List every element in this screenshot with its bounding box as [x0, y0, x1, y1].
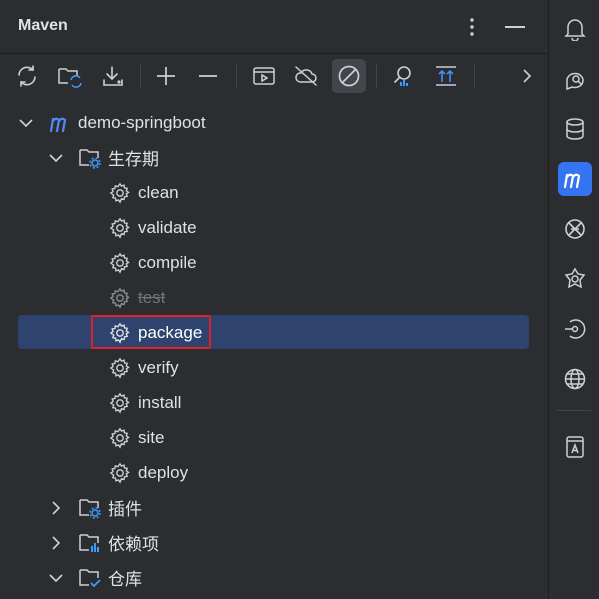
- tree-row-project[interactable]: demo-springboot: [0, 105, 548, 140]
- minimize-icon[interactable]: [502, 14, 528, 40]
- plugins-label: 插件: [108, 500, 142, 519]
- remove-project-icon[interactable]: [191, 59, 225, 93]
- tree-row-goal[interactable]: verify: [0, 350, 548, 385]
- tree-row-dependencies[interactable]: 依赖项: [0, 525, 548, 560]
- maven-icon[interactable]: [558, 162, 592, 196]
- goal-label: package: [138, 322, 203, 342]
- chevron-right-icon[interactable]: [48, 535, 64, 551]
- download-sources-icon[interactable]: [96, 59, 130, 93]
- gear-icon: [108, 391, 132, 415]
- gear-icon: [108, 286, 132, 310]
- ai-assistant-icon[interactable]: [558, 62, 592, 96]
- gear-icon: [108, 426, 132, 450]
- endpoints-icon[interactable]: [558, 312, 592, 346]
- database-icon[interactable]: [558, 112, 592, 146]
- gear-icon: [108, 216, 132, 240]
- tool-window-icon[interactable]: [558, 212, 592, 246]
- tree-row-goal-skipped[interactable]: test: [0, 280, 548, 315]
- repositories-label: 仓库: [108, 570, 142, 589]
- toggle-offline-mode-icon[interactable]: [289, 59, 323, 93]
- goal-label: deploy: [138, 462, 189, 482]
- run-maven-build-icon[interactable]: [247, 59, 281, 93]
- tree-row-lifecycle[interactable]: 生存期: [0, 140, 548, 175]
- chevron-right-icon[interactable]: [48, 500, 64, 516]
- lifecycle-folder-icon: [78, 146, 102, 170]
- analyze-dependencies-icon[interactable]: [386, 59, 420, 93]
- maven-tool-window: Maven demo-springboot 生存期 clean validate…: [0, 0, 548, 599]
- add-project-icon[interactable]: [149, 59, 183, 93]
- tree-row-goal[interactable]: clean: [0, 175, 548, 210]
- reload-all-projects-icon[interactable]: [10, 59, 44, 93]
- web-icon[interactable]: [558, 362, 592, 396]
- generate-sources-icon[interactable]: [53, 59, 87, 93]
- tree-row-goal[interactable]: install: [0, 385, 548, 420]
- dependencies-folder-icon: [78, 531, 102, 555]
- gear-icon: [108, 251, 132, 275]
- project-name: demo-springboot: [78, 112, 206, 132]
- goal-label: install: [138, 392, 182, 412]
- repositories-folder-icon: [78, 566, 102, 590]
- gear-icon: [108, 461, 132, 485]
- tool-window-title: Maven: [18, 17, 68, 34]
- goal-label: clean: [138, 182, 179, 202]
- tree-row-goal[interactable]: validate: [0, 210, 548, 245]
- gear-icon: [108, 321, 132, 345]
- chevron-down-icon[interactable]: [18, 115, 34, 131]
- plugins-folder-icon: [78, 496, 102, 520]
- goal-label: validate: [138, 217, 197, 237]
- more-vertical-icon[interactable]: [459, 14, 485, 40]
- goal-label: site: [138, 427, 165, 447]
- dependencies-label: 依赖项: [108, 535, 159, 554]
- tree-row-goal-selected[interactable]: package: [0, 315, 548, 350]
- tree-row-goal[interactable]: site: [0, 420, 548, 455]
- tree-row-goal[interactable]: deploy: [0, 455, 548, 490]
- gear-icon: [108, 181, 132, 205]
- chevron-down-icon[interactable]: [48, 570, 64, 586]
- goal-label: test: [138, 287, 166, 307]
- documentation-icon[interactable]: [558, 430, 592, 464]
- gear-icon: [108, 356, 132, 380]
- lifecycle-label: 生存期: [108, 150, 159, 169]
- notifications-icon[interactable]: [558, 12, 592, 46]
- maven-toolbar: [0, 54, 548, 98]
- tree-row-plugins[interactable]: 插件: [0, 490, 548, 525]
- skip-tests-icon[interactable]: [332, 59, 366, 93]
- tree-row-goal[interactable]: compile: [0, 245, 548, 280]
- collapse-all-icon[interactable]: [429, 59, 463, 93]
- maven-module-icon: [48, 111, 74, 135]
- more-chevron-icon[interactable]: [510, 59, 544, 93]
- plugin-icon[interactable]: [558, 262, 592, 296]
- tree-row-repositories[interactable]: 仓库: [0, 560, 548, 595]
- right-tool-window-strip: [548, 0, 599, 599]
- strip-divider: [557, 410, 591, 411]
- tool-window-header: Maven: [0, 0, 548, 54]
- chevron-down-icon[interactable]: [48, 150, 64, 166]
- goal-label: verify: [138, 357, 179, 377]
- goal-label: compile: [138, 252, 197, 272]
